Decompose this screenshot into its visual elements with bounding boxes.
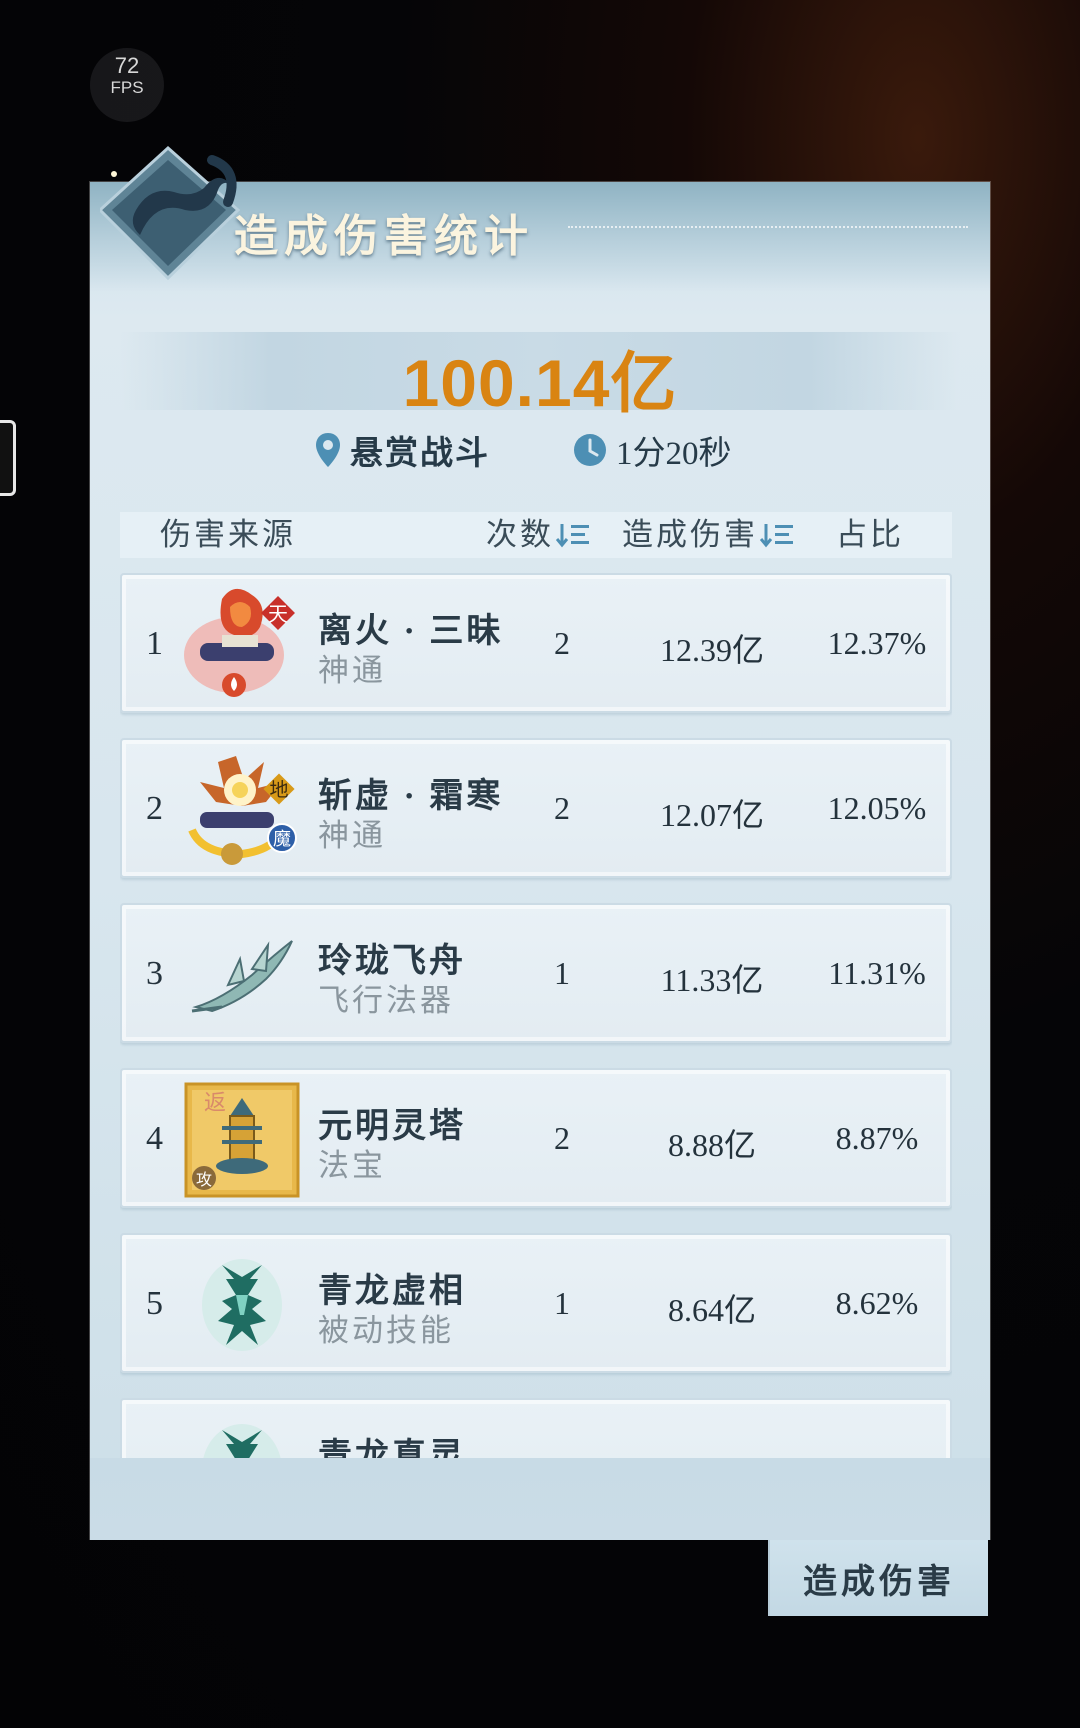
damage-ratio: 11.31%: [828, 955, 926, 991]
header-divider: [568, 226, 968, 228]
spirit-pagoda-icon: 返 攻: [184, 1082, 300, 1198]
element-badge: 魔: [273, 829, 291, 850]
side-handle[interactable]: [0, 420, 16, 496]
header-count-sort[interactable]: 次数: [486, 516, 592, 554]
return-mark: 返: [204, 1091, 226, 1116]
hit-count: 1: [554, 955, 570, 991]
fps-value: 72: [114, 53, 140, 78]
source-type: 飞行法器: [318, 983, 454, 1018]
row-rank: 4: [146, 1120, 163, 1157]
damage-ratio: 12.05%: [827, 790, 927, 826]
damage-value: 8.64亿: [667, 1292, 756, 1328]
tier-badge: 天: [268, 602, 288, 626]
panel-title: 造成伤害统计: [234, 212, 534, 261]
row-rank: 5: [146, 1285, 163, 1322]
battle-duration: 1分20秒: [572, 428, 732, 472]
fire-scroll-icon: 天: [184, 588, 295, 697]
fps-counter: 72 FPS: [90, 48, 164, 122]
damage-value: 12.39亿: [659, 632, 764, 668]
damage-ratio: 8.62%: [835, 1285, 919, 1321]
list-item[interactable]: 2 地 魔 斩虚 · 霜寒 神通 2 12.07亿 12.05%: [120, 738, 952, 878]
sort-desc-icon[interactable]: [556, 520, 592, 550]
source-name: 青龙真灵: [318, 1438, 466, 1459]
row-rank: 2: [146, 790, 163, 827]
duration-label: 1分20秒: [616, 436, 732, 472]
header-damage: 造成伤害: [622, 517, 758, 552]
damage-value: 12.07亿: [659, 797, 764, 833]
clock-icon: [574, 434, 606, 466]
row-rank: 3: [146, 955, 163, 992]
tab-damage-dealt[interactable]: 造成伤害: [768, 1540, 988, 1616]
lotus-scroll-icon: 地 魔: [188, 756, 297, 865]
tier-badge: 地: [269, 779, 288, 801]
location-label: 悬赏战斗: [350, 436, 490, 472]
hit-count: 2: [554, 625, 570, 661]
azure-dragon-icon: [202, 1259, 282, 1351]
hit-count: 1: [554, 1285, 570, 1321]
source-type: 被动技能: [318, 1313, 454, 1348]
list-item[interactable]: 青龙真灵: [120, 1398, 952, 1459]
damage-ratio: 8.87%: [835, 1120, 919, 1156]
source-type: 神通: [318, 653, 386, 688]
flying-boat-icon: [191, 940, 293, 1013]
row-rank: 1: [146, 625, 163, 662]
damage-value: 11.33亿: [660, 962, 764, 998]
source-type: 神通: [318, 818, 386, 853]
hit-count: 2: [554, 1120, 570, 1156]
list-item[interactable]: 3 玲珑飞舟 飞行法器 1 11.33亿 11.31%: [120, 903, 952, 1043]
table-header: 伤害来源 次数 造成伤害 占比: [120, 512, 952, 558]
damage-value: 8.88亿: [667, 1127, 756, 1163]
source-type: 法宝: [318, 1148, 386, 1183]
location-pin-icon: [316, 433, 340, 467]
list-item[interactable]: 4 返 攻 元明灵塔 法宝 2 8.88亿 8.87%: [120, 1068, 952, 1208]
header-damage-sort[interactable]: 造成伤害: [622, 516, 796, 554]
total-damage-value: 100.14亿: [402, 346, 678, 420]
attack-badge: 攻: [196, 1170, 212, 1189]
damage-source-list[interactable]: 1 天 离火 · 三昧 神通 2 12.39亿 12.37% 2 地 魔 斩虚 …: [120, 573, 952, 1459]
hit-count: 2: [554, 790, 570, 826]
list-item[interactable]: 5 青龙虚相 被动技能 1 8.64亿 8.62%: [120, 1233, 952, 1373]
list-bottom-fade: [90, 1458, 990, 1540]
battle-location: 悬赏战斗: [314, 428, 490, 472]
header-count: 次数: [486, 517, 554, 552]
fps-unit: FPS: [110, 78, 144, 97]
header-source: 伤害来源: [160, 517, 296, 552]
header-ratio: 占比: [836, 517, 904, 552]
fox-emblem-icon: [100, 145, 241, 281]
list-item[interactable]: 1 天 离火 · 三昧 神通 2 12.39亿 12.37%: [120, 573, 952, 713]
damage-ratio: 12.37%: [827, 625, 927, 661]
azure-dragon-icon: [203, 1424, 281, 1459]
sort-desc-icon[interactable]: [760, 520, 796, 550]
